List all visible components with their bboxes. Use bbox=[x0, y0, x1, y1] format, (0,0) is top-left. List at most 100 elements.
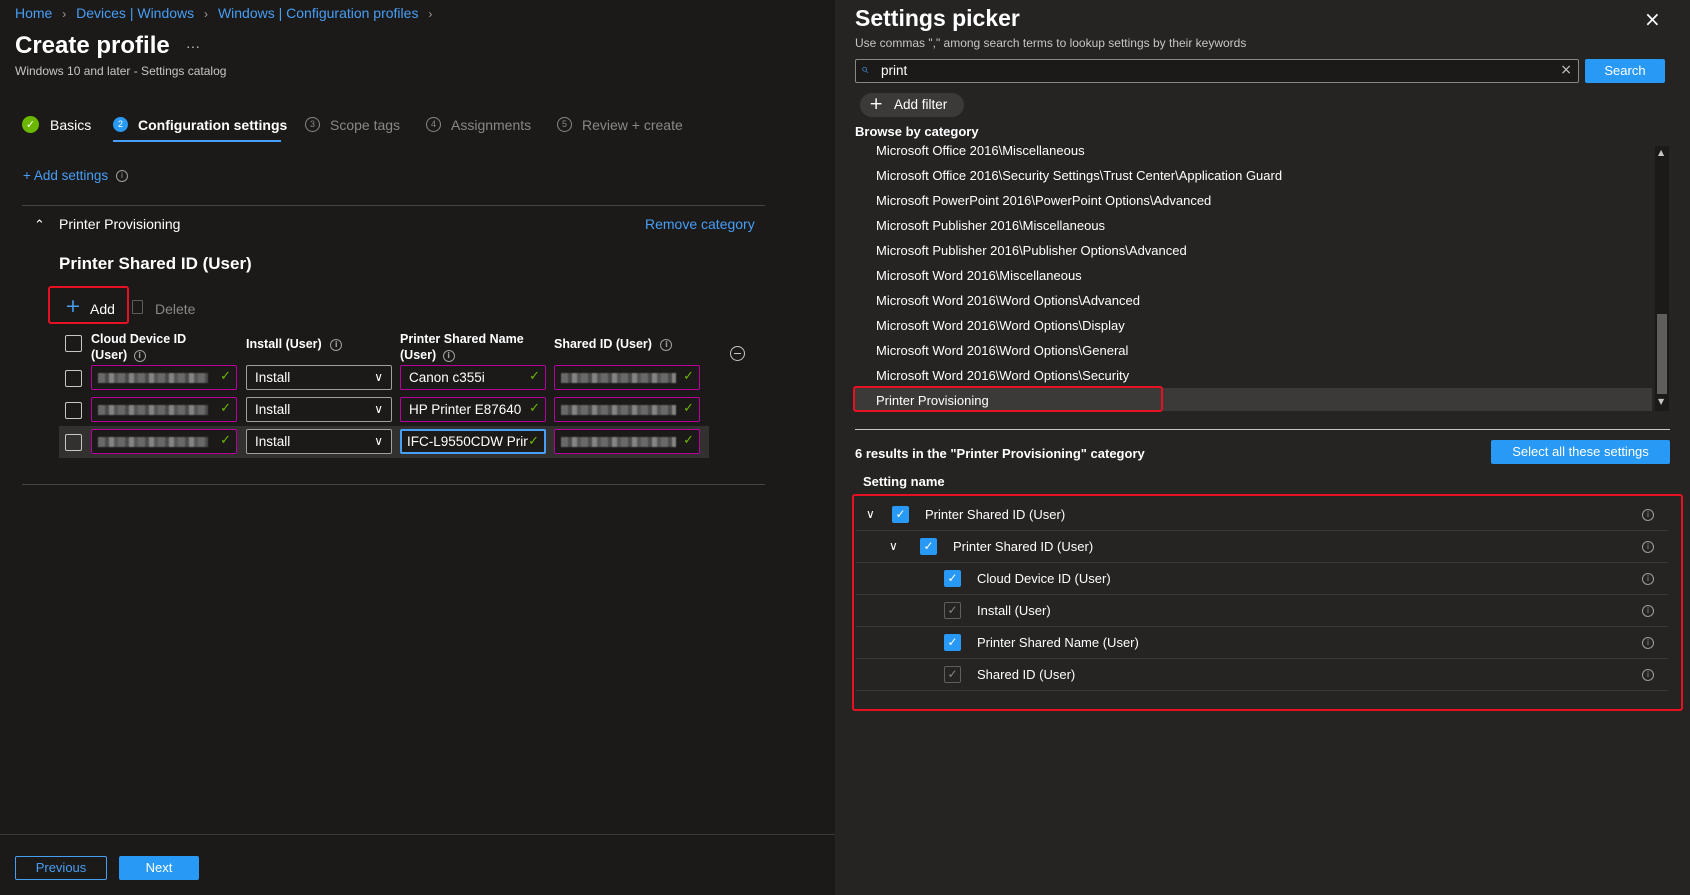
tree-row[interactable]: ✓ Printer Shared Name (User) i bbox=[856, 627, 1668, 659]
shared-id-field[interactable]: ✓ bbox=[554, 365, 700, 390]
category-item[interactable]: Microsoft Word 2016\Miscellaneous bbox=[876, 268, 1082, 283]
step-label: Basics bbox=[50, 117, 92, 133]
scrollbar[interactable]: ▲ ▼ bbox=[1655, 146, 1669, 411]
breadcrumb-configuration-profiles[interactable]: Windows | Configuration profiles bbox=[218, 5, 419, 21]
disabled-checkbox[interactable]: ✓ bbox=[944, 602, 961, 619]
divider bbox=[855, 429, 1670, 430]
header-line: Cloud Device ID bbox=[91, 332, 187, 346]
check-icon: ✓ bbox=[683, 401, 694, 416]
install-value: Install bbox=[255, 434, 291, 449]
picker-hint: Use commas "," among search terms to loo… bbox=[855, 36, 1247, 50]
more-options-button[interactable]: ··· bbox=[186, 38, 200, 54]
header-shared-id: Shared ID (User) i bbox=[554, 337, 673, 351]
chevron-down-icon: ∨ bbox=[374, 370, 383, 384]
breadcrumb-devices-windows[interactable]: Devices | Windows bbox=[76, 5, 194, 21]
tree-row[interactable]: ✓ Shared ID (User) i bbox=[856, 659, 1668, 691]
setting-label: Cloud Device ID (User) bbox=[977, 571, 1111, 586]
plus-icon: + bbox=[65, 295, 81, 317]
info-icon: i bbox=[133, 349, 146, 362]
category-collapse-button[interactable]: ⌃ bbox=[34, 218, 45, 233]
info-icon: i bbox=[1642, 573, 1654, 585]
info-icon: i bbox=[115, 170, 128, 183]
tree-row[interactable]: ∨ ✓ Printer Shared ID (User) i bbox=[856, 499, 1668, 531]
chevron-right-icon: › bbox=[62, 7, 67, 21]
add-button[interactable]: + Add bbox=[52, 292, 124, 324]
header-install: Install (User) i bbox=[246, 337, 343, 351]
tree-row[interactable]: ∨ ✓ Printer Shared ID (User) i bbox=[856, 531, 1668, 563]
category-item[interactable]: Printer Provisioning bbox=[876, 393, 989, 408]
setting-label: Printer Shared Name (User) bbox=[977, 635, 1139, 650]
row-checkbox[interactable] bbox=[65, 402, 82, 419]
remove-category-link[interactable]: Remove category bbox=[645, 216, 755, 232]
clear-icon[interactable]: × bbox=[1560, 62, 1572, 78]
step-number-icon: 4 bbox=[426, 117, 441, 132]
cloud-device-id-field[interactable]: ✓ bbox=[91, 365, 237, 390]
category-item[interactable]: Microsoft Publisher 2016\Publisher Optio… bbox=[876, 243, 1187, 258]
remove-row-icon[interactable] bbox=[730, 346, 745, 361]
category-item[interactable]: Microsoft Word 2016\Word Options\General bbox=[876, 343, 1128, 358]
chevron-down-icon[interactable]: ∨ bbox=[866, 507, 875, 521]
next-button[interactable]: Next bbox=[119, 856, 199, 880]
check-icon: ✓ bbox=[683, 433, 694, 448]
shared-id-field[interactable]: ✓ bbox=[554, 429, 700, 454]
step-label: Review + create bbox=[582, 117, 683, 133]
checked-checkbox[interactable]: ✓ bbox=[892, 506, 909, 523]
checked-checkbox[interactable]: ✓ bbox=[944, 634, 961, 651]
cloud-device-id-field[interactable]: ✓ bbox=[91, 429, 237, 454]
step-number-icon: 2 bbox=[113, 117, 128, 132]
chevron-right-icon: › bbox=[428, 7, 433, 21]
printer-name-value: Canon c355i bbox=[409, 370, 485, 385]
printer-shared-name-field[interactable]: HP Printer E87640 ✓ bbox=[400, 397, 546, 422]
previous-button[interactable]: Previous bbox=[15, 856, 107, 880]
select-all-settings-button[interactable]: Select all these settings bbox=[1491, 440, 1670, 464]
setting-label: Install (User) bbox=[977, 603, 1051, 618]
checked-checkbox[interactable]: ✓ bbox=[944, 570, 961, 587]
section-title: Printer Shared ID (User) bbox=[59, 254, 252, 273]
row-checkbox[interactable] bbox=[65, 370, 82, 387]
check-icon: ✓ bbox=[220, 369, 231, 384]
install-select[interactable]: Install ∨ bbox=[246, 429, 392, 454]
printer-shared-name-field[interactable]: Canon c355i ✓ bbox=[400, 365, 546, 390]
category-item[interactable]: Microsoft Word 2016\Word Options\Advance… bbox=[876, 293, 1140, 308]
printer-name-value: IFC-L9550CDW Print bbox=[407, 434, 535, 449]
install-select[interactable]: Install ∨ bbox=[246, 397, 392, 422]
close-icon[interactable]: × bbox=[1644, 7, 1661, 31]
step-configuration-settings[interactable]: 2 Configuration settings bbox=[113, 116, 287, 142]
select-all-checkbox[interactable] bbox=[65, 335, 82, 352]
category-item[interactable]: Microsoft Word 2016\Word Options\Securit… bbox=[876, 368, 1129, 383]
tree-row[interactable]: ✓ Cloud Device ID (User) i bbox=[856, 563, 1668, 595]
tree-row[interactable]: ✓ Install (User) i bbox=[856, 595, 1668, 627]
scroll-thumb[interactable] bbox=[1657, 314, 1667, 394]
search-button[interactable]: Search bbox=[1585, 59, 1665, 83]
category-item[interactable]: Microsoft Office 2016\Miscellaneous bbox=[876, 143, 1085, 158]
category-item[interactable]: Microsoft Publisher 2016\Miscellaneous bbox=[876, 218, 1105, 233]
checked-checkbox[interactable]: ✓ bbox=[920, 538, 937, 555]
main-pane: Home › Devices | Windows › Windows | Con… bbox=[0, 0, 835, 895]
chevron-down-icon[interactable]: ∨ bbox=[889, 539, 898, 553]
install-select[interactable]: Install ∨ bbox=[246, 365, 392, 390]
add-settings-link[interactable]: + Add settings i bbox=[23, 168, 128, 183]
divider bbox=[22, 205, 765, 206]
printer-name-value: HP Printer E87640 bbox=[409, 402, 522, 417]
browse-label: Browse by category bbox=[855, 124, 979, 139]
cloud-device-id-field[interactable]: ✓ bbox=[91, 397, 237, 422]
disabled-checkbox[interactable]: ✓ bbox=[944, 666, 961, 683]
scroll-down-icon[interactable]: ▼ bbox=[1658, 397, 1664, 406]
delete-label: Delete bbox=[155, 301, 196, 317]
table-row: ✓ Install ∨ Canon c355i ✓ ✓ bbox=[59, 362, 709, 394]
checkmark-circle-icon: ✓ bbox=[22, 116, 39, 133]
chevron-down-icon: ∨ bbox=[374, 434, 383, 448]
install-value: Install bbox=[255, 402, 291, 417]
check-icon: ✓ bbox=[220, 433, 231, 448]
search-input[interactable]: ⌕ print × bbox=[855, 59, 1579, 83]
row-checkbox[interactable] bbox=[65, 434, 82, 451]
shared-id-field[interactable]: ✓ bbox=[554, 397, 700, 422]
add-filter-button[interactable]: + Add filter bbox=[860, 93, 964, 117]
printer-shared-name-field[interactable]: IFC-L9550CDW Print ✓ bbox=[400, 429, 546, 454]
scroll-up-icon[interactable]: ▲ bbox=[1658, 148, 1664, 157]
category-item[interactable]: Microsoft Office 2016\Security Settings\… bbox=[876, 168, 1282, 183]
category-item[interactable]: Microsoft Word 2016\Word Options\Display bbox=[876, 318, 1125, 333]
category-item[interactable]: Microsoft PowerPoint 2016\PowerPoint Opt… bbox=[876, 193, 1211, 208]
breadcrumb-home[interactable]: Home bbox=[15, 5, 52, 21]
chevron-up-icon: ⌃ bbox=[34, 218, 45, 233]
